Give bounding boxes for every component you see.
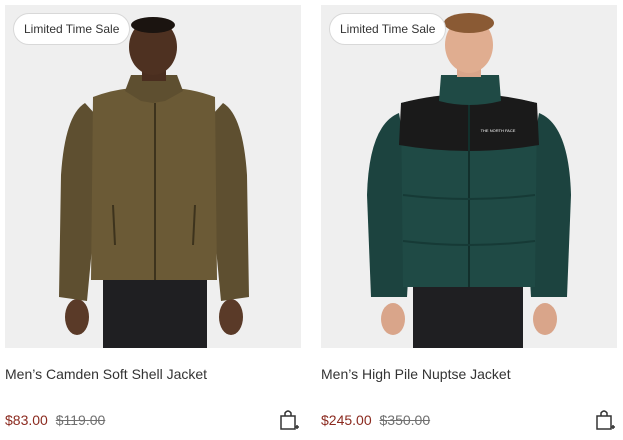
product-card[interactable]: THE NORTH FACE Limited Time Sale Men’s H… xyxy=(321,0,617,440)
add-to-bag-button[interactable] xyxy=(594,408,616,432)
sale-badge: Limited Time Sale xyxy=(329,13,447,45)
add-to-bag-button[interactable] xyxy=(278,408,300,432)
original-price: $350.00 xyxy=(379,412,431,428)
product-photo-camden xyxy=(5,5,301,348)
original-price: $119.00 xyxy=(55,412,106,428)
product-image[interactable]: Limited Time Sale xyxy=(5,5,301,348)
product-card[interactable]: Limited Time Sale Men’s Camden Soft Shel… xyxy=(5,0,301,440)
price-row: $83.00 $119.00 xyxy=(5,412,105,428)
brand-logo-text: THE NORTH FACE xyxy=(481,128,516,133)
price-row: $245.00 $350.00 xyxy=(321,412,430,428)
add-to-bag-icon xyxy=(280,410,299,430)
product-name-link[interactable]: Men’s High Pile Nuptse Jacket xyxy=(321,366,511,382)
sale-price: $83.00 xyxy=(5,412,48,428)
sale-price: $245.00 xyxy=(321,412,372,428)
product-name-link[interactable]: Men’s Camden Soft Shell Jacket xyxy=(5,366,207,382)
add-to-bag-icon xyxy=(596,410,615,430)
product-photo-nuptse: THE NORTH FACE xyxy=(321,5,617,348)
product-image[interactable]: THE NORTH FACE Limited Time Sale xyxy=(321,5,617,348)
sale-badge: Limited Time Sale xyxy=(13,13,131,45)
